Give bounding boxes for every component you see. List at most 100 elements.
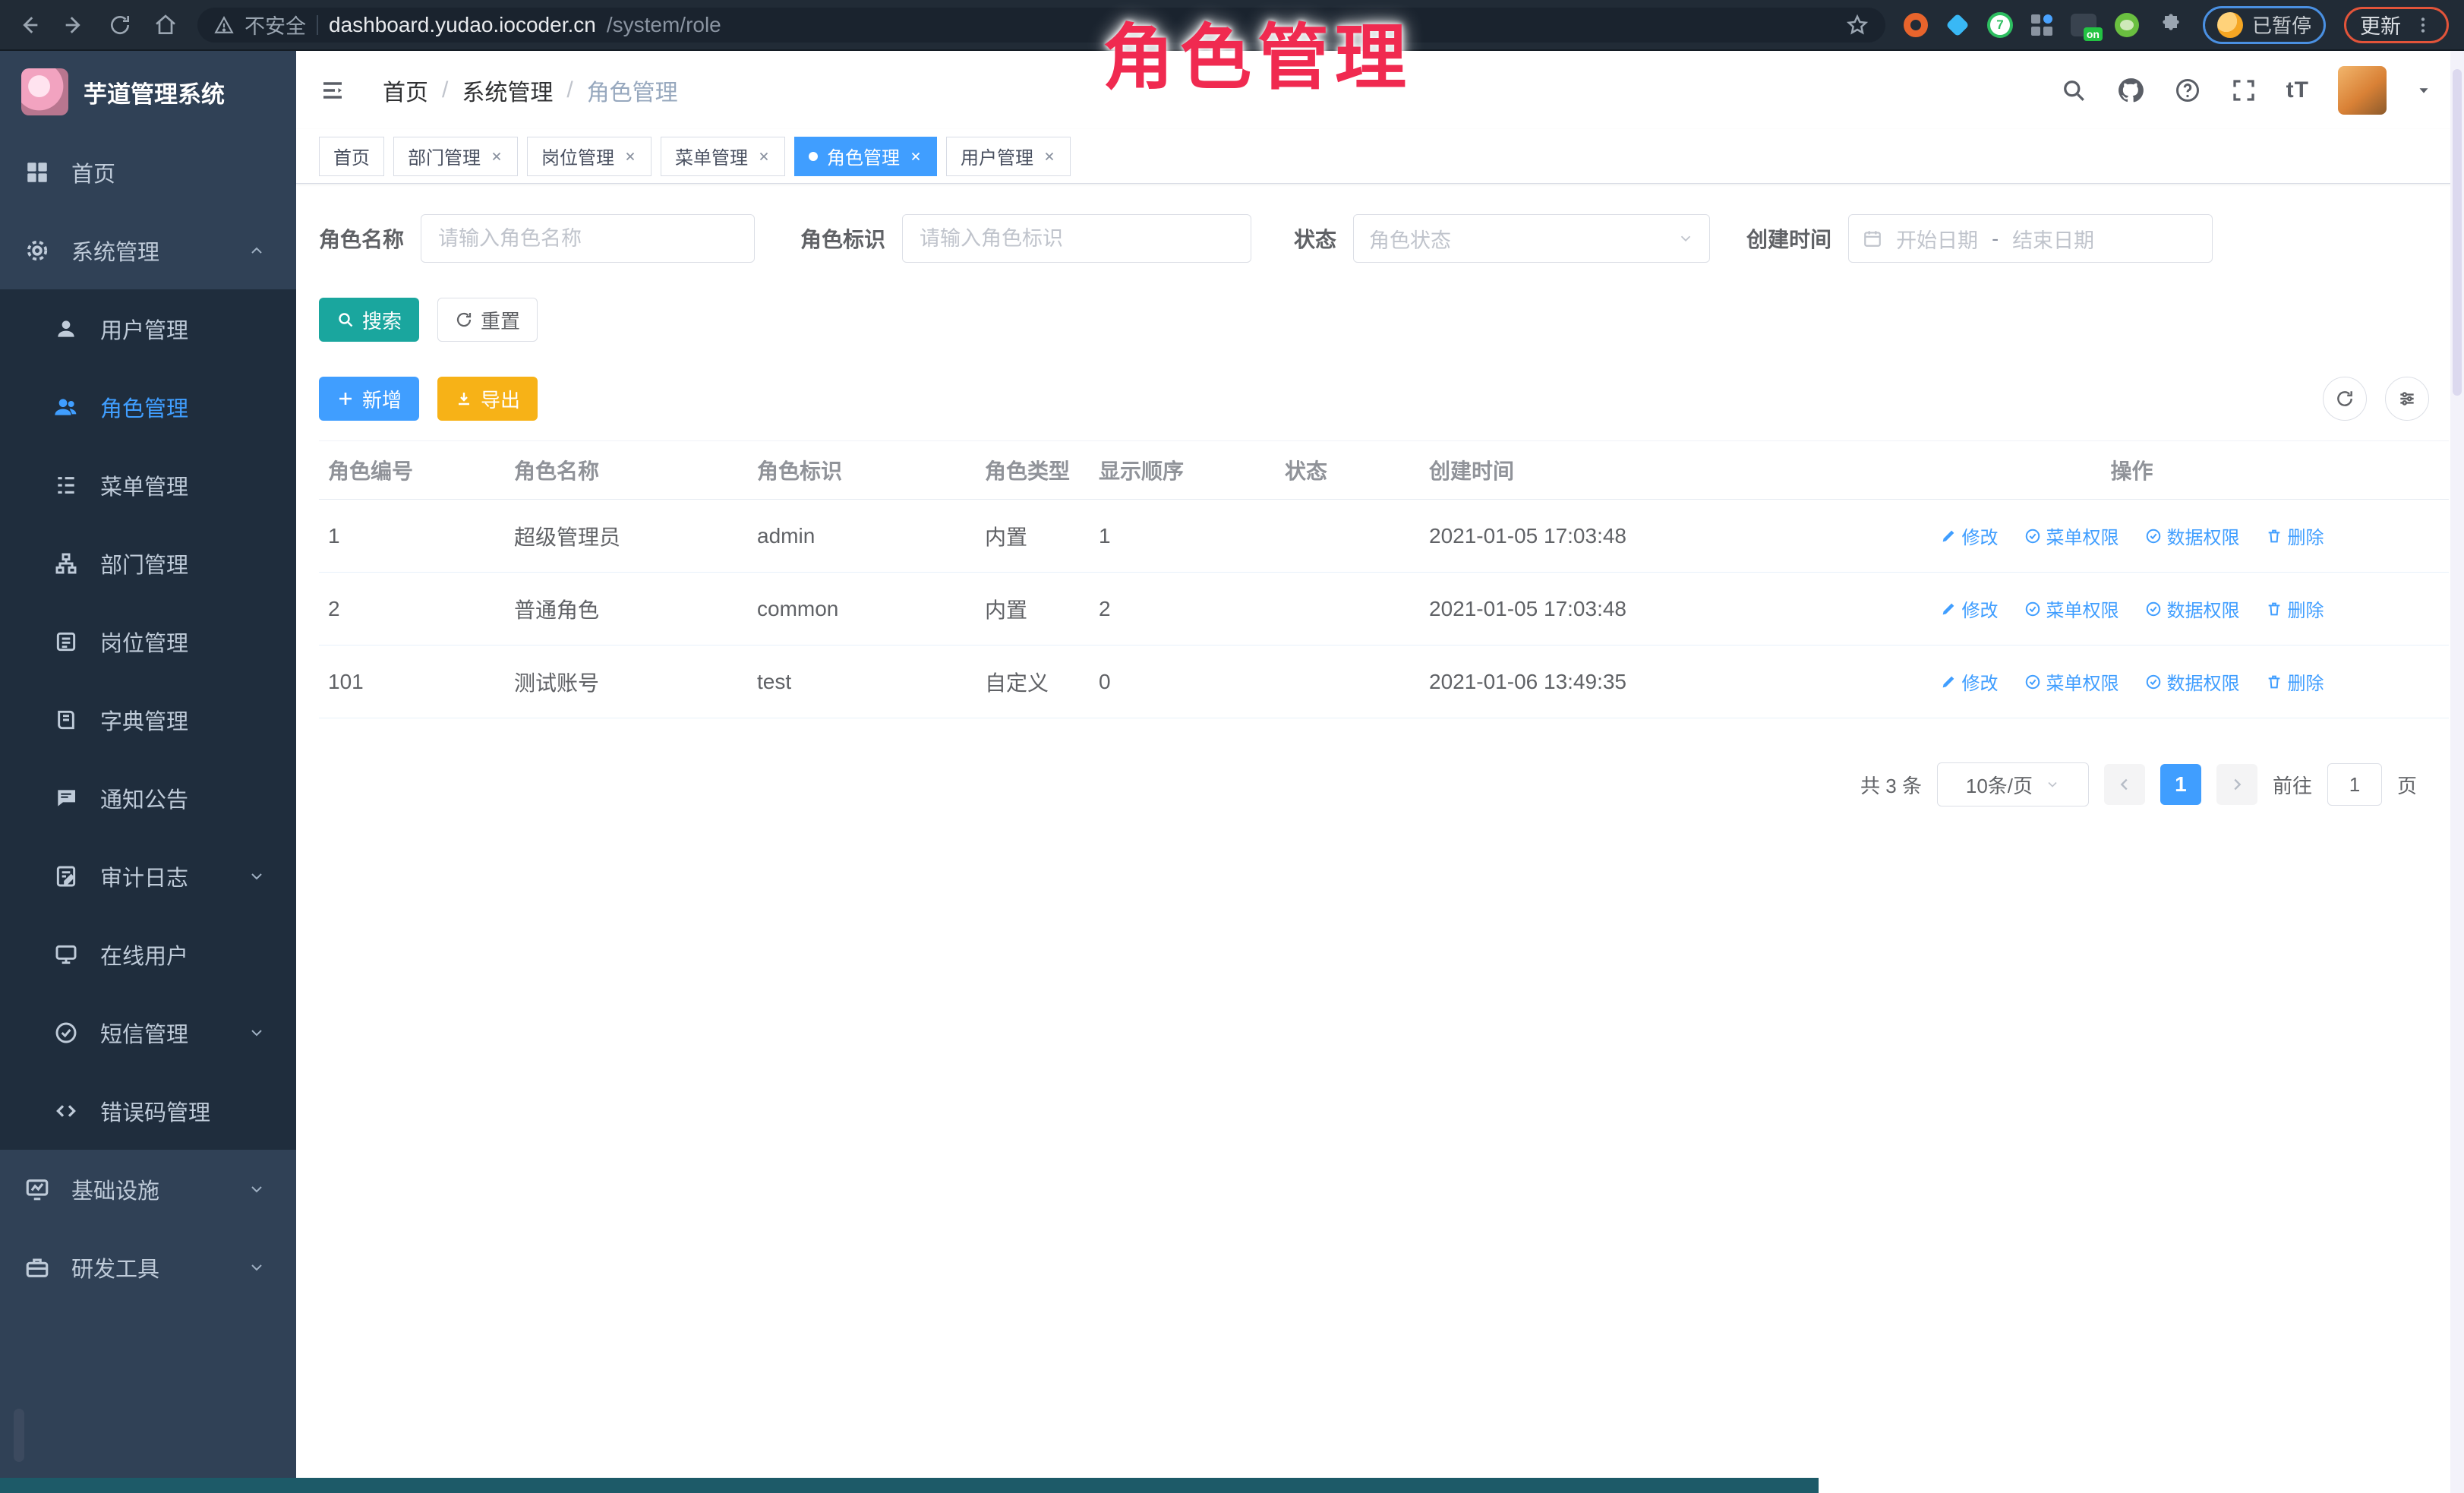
page-size-value: 10条/页 (1966, 771, 2033, 799)
prev-page-button[interactable] (2104, 764, 2145, 805)
user-avatar[interactable] (2338, 66, 2387, 115)
github-icon[interactable] (2116, 76, 2145, 105)
end-date-placeholder[interactable]: 结束日期 (2012, 224, 2094, 254)
data-permission-link[interactable]: 数据权限 (2145, 595, 2240, 622)
bookmark-star-icon[interactable] (1846, 14, 1869, 36)
edit-link[interactable]: 修改 (1940, 595, 1999, 622)
data-permission-link[interactable]: 数据权限 (2145, 668, 2240, 695)
reset-button[interactable]: 重置 (437, 298, 538, 342)
close-icon[interactable] (909, 150, 923, 163)
extension-orange-icon[interactable] (1904, 13, 1928, 37)
forward-icon[interactable] (61, 11, 88, 39)
sidebar-item-users[interactable]: 用户管理 (0, 289, 296, 368)
back-icon[interactable] (15, 11, 43, 39)
close-icon[interactable] (490, 150, 503, 163)
export-button[interactable]: 导出 (437, 377, 538, 421)
logo-row[interactable]: 芋道管理系统 (0, 51, 296, 133)
chevron-down-icon (248, 867, 266, 885)
close-icon[interactable] (757, 150, 771, 163)
profile-paused-pill[interactable]: 已暂停 (2203, 6, 2326, 44)
next-page-button[interactable] (2216, 764, 2257, 805)
sidebar-scrollbar[interactable] (14, 1409, 24, 1462)
sidebar-item-menus[interactable]: 菜单管理 (0, 446, 296, 524)
search-button[interactable]: 搜索 (319, 298, 419, 342)
role-key-input[interactable] (902, 214, 1251, 263)
tab-posts[interactable]: 岗位管理 (527, 137, 651, 176)
delete-link[interactable]: 删除 (2266, 668, 2324, 695)
hamburger-icon[interactable] (319, 77, 346, 104)
data-permission-link[interactable]: 数据权限 (2145, 522, 2240, 549)
reload-icon[interactable] (106, 11, 134, 39)
security-label[interactable]: 不安全 (245, 10, 306, 39)
close-icon[interactable] (1043, 150, 1056, 163)
tab-users[interactable]: 用户管理 (946, 137, 1071, 176)
tab-menus[interactable]: 菜单管理 (661, 137, 785, 176)
puzzle-extensions-icon[interactable] (2157, 11, 2185, 39)
sidebar-item-sms[interactable]: 短信管理 (0, 993, 296, 1072)
start-date-placeholder[interactable]: 开始日期 (1896, 224, 1978, 254)
extension-gem-icon[interactable] (1945, 13, 1969, 36)
sidebar-item-error-codes[interactable]: 错误码管理 (0, 1072, 296, 1150)
cell-role-key: test (748, 670, 976, 694)
caret-down-icon[interactable] (2415, 82, 2432, 99)
sidebar-item-online-users[interactable]: 在线用户 (0, 915, 296, 993)
extension-switch-icon[interactable]: on (2071, 14, 2096, 36)
edit-icon (1940, 528, 1957, 544)
sidebar-item-roles[interactable]: 角色管理 (0, 368, 296, 446)
warning-icon (214, 15, 234, 35)
extension-monkey-icon[interactable] (2115, 13, 2139, 37)
search-icon[interactable] (2060, 77, 2087, 104)
sidebar-item-infra[interactable]: 基础设施 (0, 1150, 296, 1228)
kebab-menu-icon[interactable] (2413, 15, 2433, 35)
fullscreen-icon[interactable] (2230, 77, 2257, 104)
menu-permission-link[interactable]: 菜单权限 (2024, 668, 2119, 695)
cell-role-name: 普通角色 (505, 594, 748, 624)
add-button[interactable]: 新增 (319, 377, 419, 421)
update-button[interactable]: 更新 (2344, 7, 2449, 43)
menu-permission-link[interactable]: 菜单权限 (2024, 595, 2119, 622)
extension-seven-icon[interactable]: 7 (1987, 12, 2013, 38)
edit-link[interactable]: 修改 (1940, 522, 1999, 549)
trash-icon (2266, 601, 2283, 617)
current-page-button[interactable]: 1 (2160, 764, 2201, 805)
sidebar-item-notice[interactable]: 通知公告 (0, 759, 296, 837)
table-settings-button[interactable] (2385, 377, 2429, 421)
edit-link[interactable]: 修改 (1940, 668, 1999, 695)
table-refresh-button[interactable] (2323, 377, 2367, 421)
breadcrumb-system[interactable]: 系统管理 (462, 74, 553, 107)
scrollbar-thumb[interactable] (2453, 69, 2462, 396)
gear-icon (23, 236, 52, 265)
goto-page-input[interactable] (2327, 763, 2382, 806)
close-icon[interactable] (623, 150, 637, 163)
help-icon[interactable] (2174, 77, 2201, 104)
status-select[interactable]: 角色状态 (1353, 214, 1710, 263)
active-dot-icon (809, 152, 818, 161)
address-bar[interactable]: 不安全 dashboard.yudao.iocoder.cn /system/r… (197, 8, 1885, 43)
role-name-input[interactable] (421, 214, 755, 263)
tab-roles[interactable]: 角色管理 (794, 137, 937, 176)
pagination: 共 3 条 10条/页 1 前往 (319, 762, 2449, 806)
goto-label: 前往 (2273, 771, 2312, 799)
sidebar-item-posts[interactable]: 岗位管理 (0, 602, 296, 680)
sidebar-item-dict[interactable]: 字典管理 (0, 680, 296, 759)
home-icon[interactable] (152, 11, 179, 39)
sidebar-item-system[interactable]: 系统管理 (0, 211, 296, 289)
breadcrumb-home[interactable]: 首页 (383, 74, 428, 107)
date-range-picker[interactable]: 开始日期 - 结束日期 (1848, 214, 2213, 263)
sidebar-item-departments[interactable]: 部门管理 (0, 524, 296, 602)
sidebar-item-audit-log[interactable]: 审计日志 (0, 837, 296, 915)
extension-grid-icon[interactable] (2031, 14, 2052, 36)
bottom-status-bar (0, 1478, 1819, 1493)
menu-permission-link[interactable]: 菜单权限 (2024, 522, 2119, 549)
sidebar-item-home[interactable]: 首页 (0, 133, 296, 211)
url-path[interactable]: /system/role (607, 13, 721, 37)
font-size-icon[interactable]: tT (2286, 77, 2309, 103)
sidebar-item-devtools[interactable]: 研发工具 (0, 1228, 296, 1306)
delete-link[interactable]: 删除 (2266, 595, 2324, 622)
delete-link[interactable]: 删除 (2266, 522, 2324, 549)
page-scrollbar[interactable] (2450, 51, 2464, 1493)
url-host[interactable]: dashboard.yudao.iocoder.cn (329, 13, 596, 37)
page-size-select[interactable]: 10条/页 (1937, 762, 2089, 806)
tab-departments[interactable]: 部门管理 (393, 137, 518, 176)
tab-home[interactable]: 首页 (319, 137, 384, 176)
